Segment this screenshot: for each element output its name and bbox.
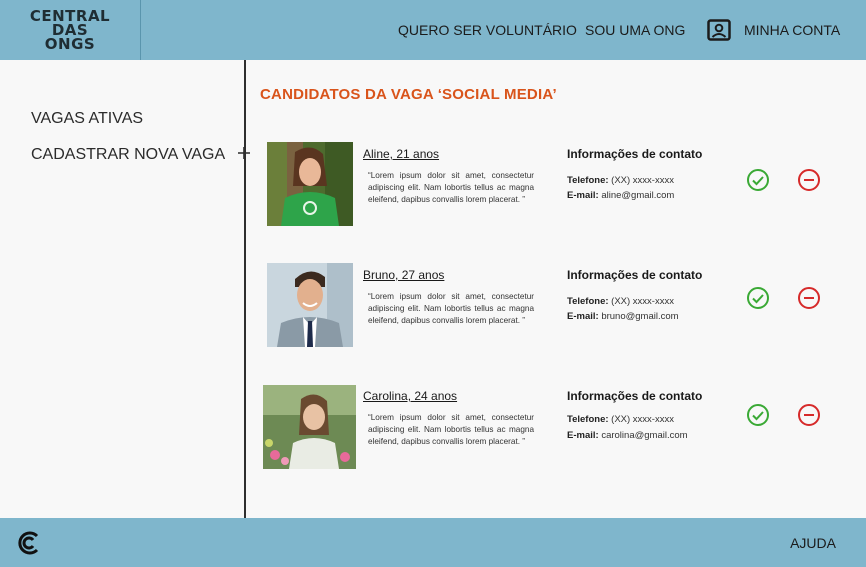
contact-title: Informações de contato xyxy=(567,389,703,403)
candidate-photo-aline xyxy=(267,142,353,226)
phone-label: Telefone: xyxy=(567,175,609,186)
contact-email: E-mail: bruno@gmail.com xyxy=(567,311,679,322)
sidebar-active-jobs[interactable]: VAGAS ATIVAS xyxy=(31,110,143,128)
accept-check-icon[interactable] xyxy=(746,286,770,310)
reject-minus-icon[interactable] xyxy=(797,286,821,310)
contact-phone: Telefone: (XX) xxxx-xxxx xyxy=(567,414,674,425)
top-header: CENTRAL DAS ONGS QUERO SER VOLUNTÁRIO SO… xyxy=(0,0,866,60)
email-label: E-mail: xyxy=(567,311,599,322)
candidate-bio: “Lorem ipsum dolor sit amet, consectetur… xyxy=(368,292,534,325)
nav-volunteer-link[interactable]: QUERO SER VOLUNTÁRIO xyxy=(398,22,577,38)
candidate-photo-bruno xyxy=(267,263,353,347)
candidate-name[interactable]: Aline, 21 anos xyxy=(363,147,439,161)
phone-label: Telefone: xyxy=(567,296,609,307)
candidate-bio: “Lorem ipsum dolor sit amet, consectetur… xyxy=(368,171,534,204)
phone-value: (XX) xxxx-xxxx xyxy=(611,414,674,425)
email-label: E-mail: xyxy=(567,190,599,201)
contact-phone: Telefone: (XX) xxxx-xxxx xyxy=(567,175,674,186)
candidate-photo-carolina xyxy=(263,385,356,469)
contact-phone: Telefone: (XX) xxxx-xxxx xyxy=(567,296,674,307)
accept-check-icon[interactable] xyxy=(746,168,770,192)
candidate-card: Bruno, 27 anos “Lorem ipsum dolor sit am… xyxy=(246,263,866,355)
account-icon[interactable] xyxy=(707,19,731,41)
email-value: bruno@gmail.com xyxy=(601,311,679,322)
reject-minus-icon[interactable] xyxy=(797,403,821,427)
contact-email: E-mail: aline@gmail.com xyxy=(567,190,674,201)
reject-minus-icon[interactable] xyxy=(797,168,821,192)
sidebar-new-job[interactable]: CADASTRAR NOVA VAGA xyxy=(31,146,251,164)
phone-value: (XX) xxxx-xxxx xyxy=(611,296,674,307)
brand-logo[interactable]: CENTRAL DAS ONGS xyxy=(0,0,141,60)
contact-title: Informações de contato xyxy=(567,268,703,282)
email-label: E-mail: xyxy=(567,430,599,441)
candidate-name[interactable]: Carolina, 24 anos xyxy=(363,389,457,403)
candidate-card: Aline, 21 anos “Lorem ipsum dolor sit am… xyxy=(246,142,866,234)
candidate-bio: “Lorem ipsum dolor sit amet, consectetur… xyxy=(368,413,534,446)
help-link[interactable]: AJUDA xyxy=(790,535,836,551)
footer-logo-icon[interactable] xyxy=(16,530,42,556)
contact-title: Informações de contato xyxy=(567,147,703,161)
page-title: CANDIDATOS DA VAGA ‘SOCIAL MEDIA’ xyxy=(260,86,557,103)
accept-check-icon[interactable] xyxy=(746,403,770,427)
email-value: carolina@gmail.com xyxy=(601,430,688,441)
footer: AJUDA xyxy=(0,518,866,567)
candidate-card: Carolina, 24 anos “Lorem ipsum dolor sit… xyxy=(246,384,866,476)
contact-email: E-mail: carolina@gmail.com xyxy=(567,430,688,441)
candidate-name[interactable]: Bruno, 27 anos xyxy=(363,268,444,282)
email-value: aline@gmail.com xyxy=(601,190,675,201)
phone-value: (XX) xxxx-xxxx xyxy=(611,175,674,186)
nav-ngo-link[interactable]: SOU UMA ONG xyxy=(585,22,685,38)
nav-account-link[interactable]: MINHA CONTA xyxy=(744,22,840,38)
logo-line-3: ONGS xyxy=(44,35,96,53)
sidebar-new-job-label: CADASTRAR NOVA VAGA xyxy=(31,146,225,163)
phone-label: Telefone: xyxy=(567,414,609,425)
